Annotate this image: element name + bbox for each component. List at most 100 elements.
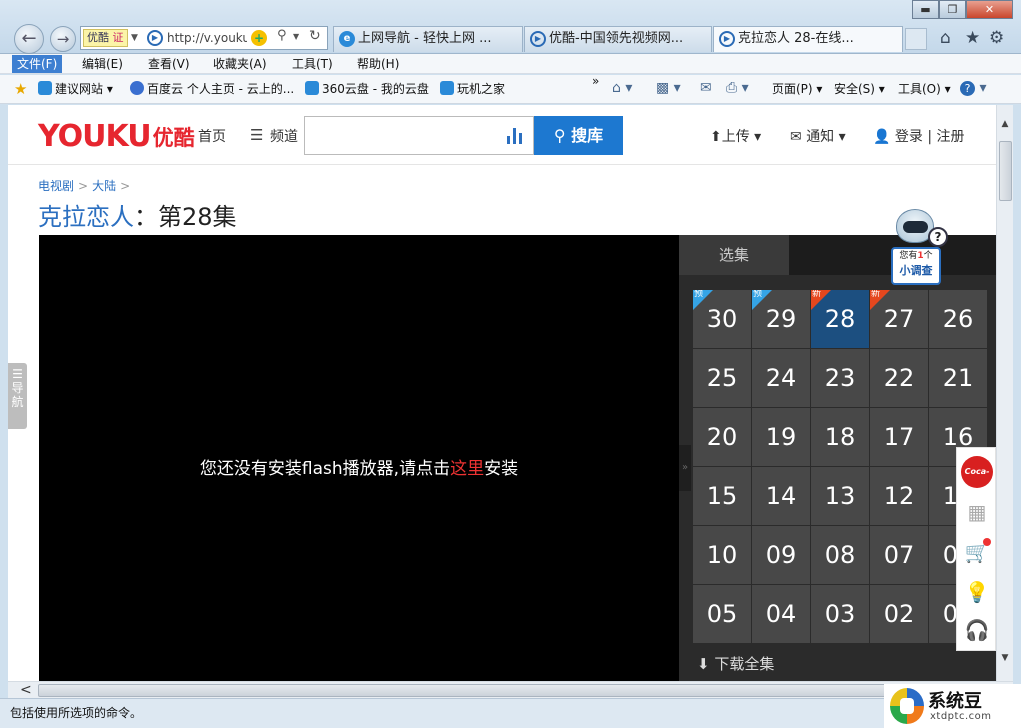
forward-button[interactable]: →	[50, 26, 76, 52]
horizontal-scrollbar[interactable]: <	[8, 681, 1013, 698]
menu-icon[interactable]: ☰	[250, 126, 263, 144]
breadcrumb-tv[interactable]: 电视剧	[38, 179, 74, 193]
episode-button[interactable]: 新 27	[870, 290, 928, 348]
coca-cola-ad-icon[interactable]: Coca-Cola	[959, 450, 995, 508]
scroll-thumb[interactable]	[38, 684, 958, 697]
menu-view[interactable]: 查看(V)	[143, 55, 195, 73]
overflow-chevron[interactable]: »	[592, 73, 599, 89]
cmd-tools[interactable]: 工具(O) ▾	[898, 81, 951, 97]
address-url[interactable]: http://v.youku	[167, 29, 247, 47]
nav-home-link[interactable]: 首页	[198, 126, 226, 146]
lightbulb-icon[interactable]: 💡	[959, 572, 995, 612]
tab-episodes[interactable]: 选集	[679, 235, 789, 275]
episode-button[interactable]: 08	[811, 526, 869, 584]
episode-button[interactable]: 02	[870, 585, 928, 643]
headset-icon[interactable]: 🎧	[959, 610, 995, 650]
favorites-star-icon[interactable]: ★	[14, 81, 27, 98]
fav-wanji[interactable]: 玩机之家	[440, 81, 505, 97]
youku-logo[interactable]: YOUKU优酷	[38, 119, 195, 154]
star-icon[interactable]: ★	[965, 28, 980, 48]
show-title-link[interactable]: 克拉恋人	[38, 203, 134, 231]
notify-button[interactable]: ✉ 通知 ▾	[790, 126, 846, 146]
home-icon[interactable]: ⌂ ▾	[612, 80, 632, 96]
maximize-button[interactable]: ❐	[939, 0, 966, 19]
browser-tab-active[interactable]: ▶ 克拉恋人 28-在线...	[713, 26, 903, 52]
upload-button[interactable]: ⬆上传 ▾	[710, 126, 761, 146]
episode-button[interactable]: 24	[752, 349, 810, 407]
browser-tab[interactable]: e 上网导航 - 轻快上网 ...	[333, 26, 523, 52]
home-icon[interactable]: ⌂	[940, 28, 951, 48]
back-button[interactable]: ←	[14, 24, 44, 54]
vertical-scrollbar[interactable]: ▲ ▼	[996, 105, 1013, 681]
episode-button[interactable]: 20	[693, 408, 751, 466]
bar-chart-icon[interactable]	[507, 126, 523, 144]
video-player[interactable]: 您还没有安装flash播放器,请点击这里安装	[39, 235, 679, 681]
survey-widget[interactable]: ? 您有1个 小调查	[888, 209, 948, 289]
episode-button[interactable]: 03	[811, 585, 869, 643]
address-bar[interactable]: 优酷 证 ▼ ▶ http://v.youku + ⚲ ▼ ↻	[80, 26, 328, 50]
episode-button[interactable]: 预 29	[752, 290, 810, 348]
fav-360-cloud[interactable]: 360云盘 - 我的云盘	[305, 81, 429, 97]
episode-button[interactable]: 预 30	[693, 290, 751, 348]
episode-button[interactable]: 14	[752, 467, 810, 525]
scroll-thumb[interactable]	[999, 141, 1012, 201]
episode-button[interactable]: 10	[693, 526, 751, 584]
breadcrumb-mainland[interactable]: 大陆	[92, 179, 116, 193]
close-button[interactable]: ✕	[966, 0, 1013, 19]
shopping-cart-icon[interactable]: 🛒	[959, 532, 995, 572]
episode-button[interactable]: 18	[811, 408, 869, 466]
cmd-safety[interactable]: 安全(S) ▾	[834, 81, 885, 97]
episode-button[interactable]: 12	[870, 467, 928, 525]
chevron-down-icon[interactable]: ▼	[997, 653, 1013, 667]
fav-baidu-cloud[interactable]: 百度云 个人主页 - 云上的...	[130, 81, 294, 97]
search-input[interactable]	[304, 116, 534, 155]
menu-favorites[interactable]: 收藏夹(A)	[208, 55, 272, 73]
episode-button[interactable]: 17	[870, 408, 928, 466]
help-icon[interactable]: ? ▾	[960, 80, 986, 96]
compatibility-icon[interactable]: +	[251, 30, 267, 46]
episode-button[interactable]: 23	[811, 349, 869, 407]
episode-button[interactable]: 26	[929, 290, 987, 348]
nav-channels-link[interactable]: 频道	[270, 126, 298, 146]
menu-tools[interactable]: 工具(T)	[287, 55, 338, 73]
install-flash-link[interactable]: 这里	[450, 459, 484, 479]
episode-button[interactable]: 09	[752, 526, 810, 584]
episode-button[interactable]: 15	[693, 467, 751, 525]
episode-button[interactable]: 05	[693, 585, 751, 643]
gear-icon[interactable]: ⚙	[989, 28, 1004, 48]
chevron-down-icon[interactable]: ▼	[293, 32, 299, 41]
download-all-button[interactable]: ⬇ 下载全集	[697, 653, 774, 674]
episode-button[interactable]: 22	[870, 349, 928, 407]
ie-icon	[440, 81, 454, 95]
survey-card[interactable]: 您有1个 小调查	[891, 247, 941, 285]
qr-code-icon[interactable]: ▦	[959, 492, 995, 532]
cmd-page[interactable]: 页面(P) ▾	[772, 81, 822, 97]
chevron-left-icon[interactable]: <	[20, 682, 32, 698]
mail-icon[interactable]: ✉	[700, 80, 712, 96]
episode-button[interactable]: 25	[693, 349, 751, 407]
chevron-up-icon[interactable]: ▲	[997, 119, 1013, 133]
episode-button[interactable]: 21	[929, 349, 987, 407]
menu-edit[interactable]: 编辑(E)	[77, 55, 128, 73]
refresh-icon[interactable]: ↻	[309, 28, 321, 44]
episode-button[interactable]: 新 28	[811, 290, 869, 348]
print-icon[interactable]: ⎙ ▾	[726, 80, 749, 96]
new-tab-button[interactable]	[905, 28, 927, 50]
collapse-panel-button[interactable]: »	[679, 445, 691, 491]
side-nav-tab[interactable]: ☰ 导航	[8, 363, 27, 429]
chevron-down-icon[interactable]: ▼	[131, 29, 138, 47]
search-button[interactable]: ⚲ 搜库	[534, 116, 623, 155]
rss-icon[interactable]: ▩ ▾	[656, 80, 681, 96]
episode-button[interactable]: 04	[752, 585, 810, 643]
minimize-button[interactable]: ▬	[912, 0, 939, 19]
menu-help[interactable]: 帮助(H)	[352, 55, 404, 73]
episode-button[interactable]: 13	[811, 467, 869, 525]
fav-suggested-sites[interactable]: 建议网站 ▾	[38, 81, 113, 97]
login-register-link[interactable]: 👤 登录 | 注册	[873, 126, 965, 146]
search-icon[interactable]: ⚲	[277, 28, 287, 43]
episode-button[interactable]: 07	[870, 526, 928, 584]
browser-tab[interactable]: ▶ 优酷-中国领先视频网...	[524, 26, 712, 52]
menu-file[interactable]: 文件(F)	[12, 55, 63, 73]
episode-button[interactable]: 19	[752, 408, 810, 466]
certificate-badge[interactable]: 优酷 证	[83, 29, 128, 47]
